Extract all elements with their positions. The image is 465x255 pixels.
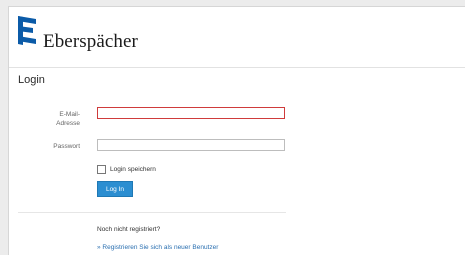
- eberspaecher-logo-icon: [18, 16, 36, 45]
- remember-login-checkbox[interactable]: [97, 164, 106, 174]
- header: Eberspächer: [9, 7, 465, 65]
- password-field[interactable]: [97, 139, 285, 151]
- section-divider: [18, 212, 286, 213]
- page: Eberspächer Login E-Mail-Adresse Passwor…: [0, 0, 465, 255]
- login-title: Login: [18, 74, 45, 86]
- header-divider: [9, 67, 465, 68]
- login-button[interactable]: Log In: [97, 181, 133, 197]
- brand-name: Eberspächer: [43, 31, 138, 52]
- email-field[interactable]: [97, 107, 285, 119]
- not-registered-text: Noch nicht registriert?: [97, 226, 161, 233]
- remember-login-label: Login speichern: [110, 165, 156, 173]
- email-label: E-Mail-Adresse: [56, 111, 80, 127]
- login-panel: Eberspächer: [8, 6, 465, 255]
- remember-login-row[interactable]: Login speichern: [97, 164, 156, 174]
- register-link[interactable]: » Registrieren Sie sich als neuer Benutz…: [97, 244, 218, 251]
- password-label: Passwort: [53, 143, 80, 150]
